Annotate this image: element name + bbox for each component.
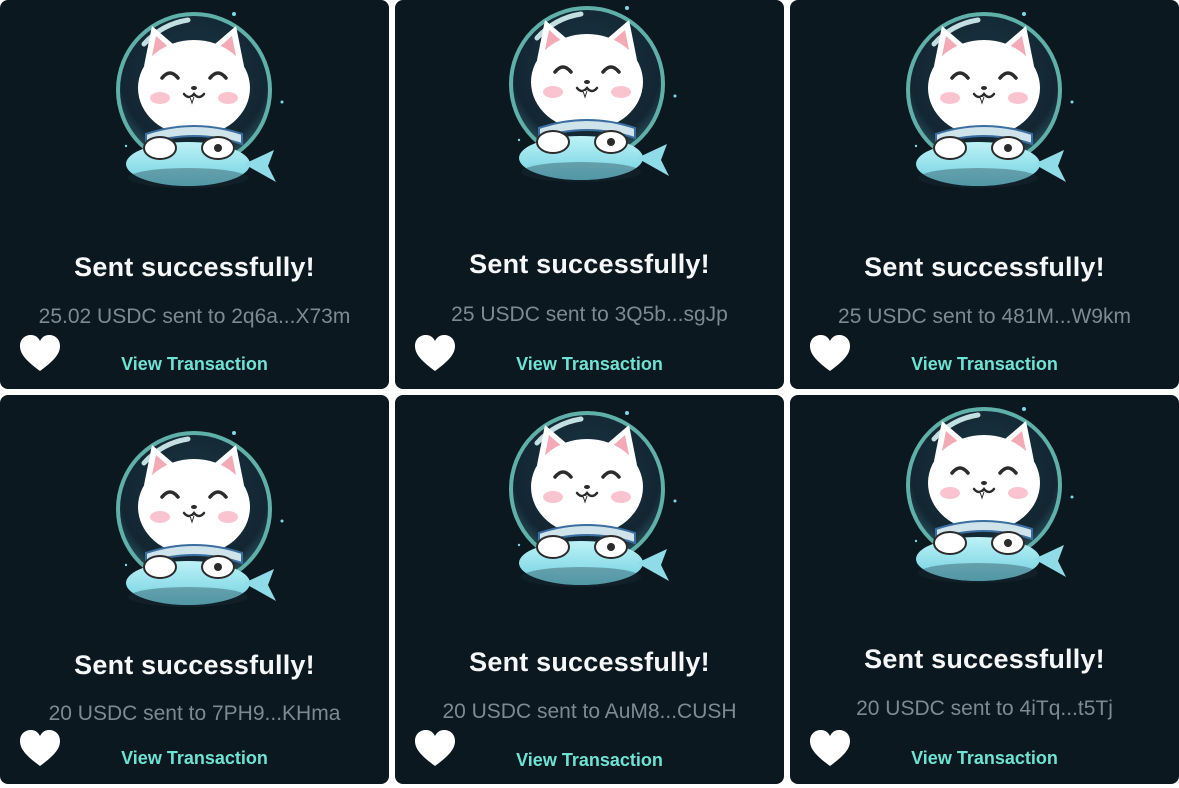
view-transaction-link[interactable]: View Transaction [0, 354, 389, 375]
view-transaction-link[interactable]: View Transaction [395, 354, 784, 375]
astronaut-cat-illustration [497, 0, 677, 200]
success-title: Sent successfully! [469, 647, 710, 677]
astronaut-cat-illustration [104, 425, 284, 625]
view-transaction-link[interactable]: View Transaction [790, 748, 1179, 769]
astronaut-cat-illustration [104, 6, 284, 206]
success-card: Sent successfully! 25 USDC sent to 481M.… [790, 0, 1179, 389]
view-transaction-link[interactable]: View Transaction [790, 354, 1179, 375]
success-title: Sent successfully! [74, 252, 315, 282]
transfer-message: 20 USDC sent to AuM8...CUSH [442, 700, 737, 723]
transfer-message: 25 USDC sent to 481M...W9km [838, 305, 1131, 328]
success-card: Sent successfully! 20 USDC sent to 7PH9.… [0, 395, 389, 784]
astronaut-cat-illustration [497, 405, 677, 605]
success-card: Sent successfully! 20 USDC sent to AuM8.… [395, 395, 784, 784]
view-transaction-link[interactable]: View Transaction [0, 748, 389, 769]
transfer-message: 20 USDC sent to 7PH9...KHma [48, 702, 341, 725]
success-card-grid: Sent successfully! 25.02 USDC sent to 2q… [0, 0, 1179, 788]
success-card: Sent successfully! 20 USDC sent to 4iTq.… [790, 395, 1179, 784]
success-title: Sent successfully! [864, 644, 1105, 674]
success-card: Sent successfully! 25.02 USDC sent to 2q… [0, 0, 389, 389]
astronaut-cat-illustration [894, 6, 1074, 206]
transfer-message: 25 USDC sent to 3Q5b...sgJp [451, 303, 728, 326]
astronaut-cat-illustration [894, 401, 1074, 601]
view-transaction-link[interactable]: View Transaction [395, 750, 784, 771]
transfer-message: 25.02 USDC sent to 2q6a...X73m [38, 305, 351, 328]
success-title: Sent successfully! [74, 650, 315, 680]
success-card: Sent successfully! 25 USDC sent to 3Q5b.… [395, 0, 784, 389]
success-title: Sent successfully! [469, 249, 710, 279]
success-title: Sent successfully! [864, 252, 1105, 282]
transfer-message: 20 USDC sent to 4iTq...t5Tj [856, 697, 1113, 720]
